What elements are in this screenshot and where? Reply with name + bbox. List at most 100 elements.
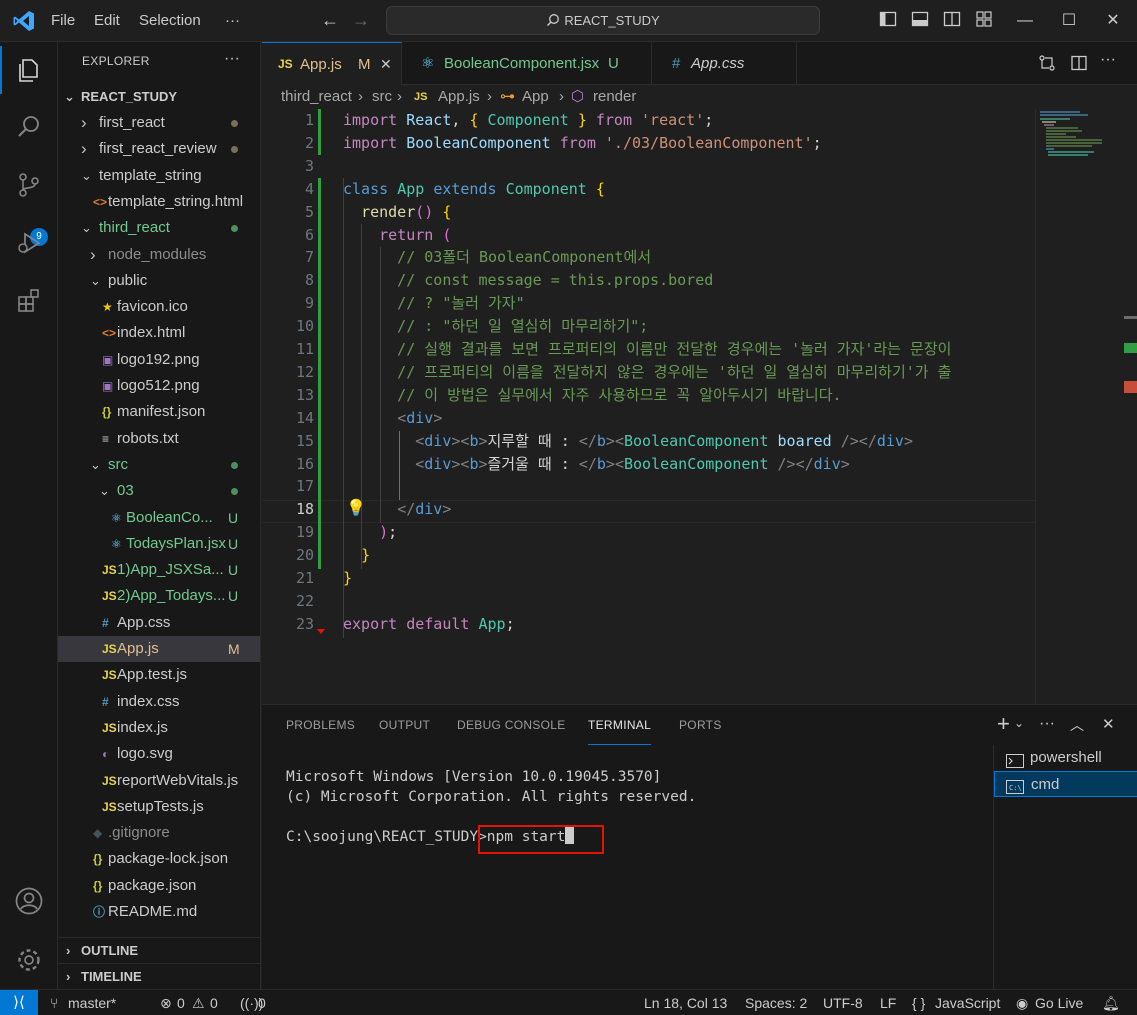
terminal-item-powershell[interactable]: powershell [994, 745, 1137, 771]
error-count[interactable]: 0 [177, 990, 185, 1015]
tree-file[interactable]: ≡ robots.txt [58, 426, 260, 452]
tree-file[interactable]: ▣ logo192.png [58, 347, 260, 373]
tree-folder[interactable]: ⌄ 03 [58, 478, 260, 504]
indentation[interactable]: Spaces: 2 [745, 990, 807, 1015]
language-mode[interactable]: JavaScript [935, 990, 1000, 1015]
menu-selection[interactable]: Selection [139, 0, 201, 42]
branch-name[interactable]: master* [68, 990, 116, 1015]
new-terminal-plus-icon[interactable]: + [997, 711, 1010, 737]
tree-folder[interactable]: ⌄ public [58, 268, 260, 294]
tree-file[interactable]: # App.css [58, 610, 260, 636]
tree-file[interactable]: JS App.js M [58, 636, 260, 662]
run-debug-icon[interactable] [0, 218, 58, 268]
breadcrumb-class[interactable]: App [522, 85, 549, 109]
tree-file[interactable]: <> template_string.html [58, 189, 260, 215]
tab-debug-console[interactable]: DEBUG CONSOLE [457, 705, 566, 745]
tree-file[interactable]: JS 2)App_Todays... U [58, 583, 260, 609]
svg-file-icon: ◐ [102, 747, 110, 762]
tree-label: first_react_review [99, 140, 217, 158]
tree-folder[interactable]: › first_react_review [58, 136, 260, 162]
menu-more[interactable]: ··· [225, 0, 240, 42]
tree-file[interactable]: ▣ logo512.png [58, 373, 260, 399]
tab-output[interactable]: OUTPUT [379, 705, 430, 745]
tree-file[interactable]: # index.css [58, 689, 260, 715]
cursor-position[interactable]: Ln 18, Col 13 [644, 990, 727, 1015]
source-control-icon[interactable] [0, 160, 58, 210]
menu-edit[interactable]: Edit [94, 0, 120, 42]
open-changes-icon[interactable] [1038, 54, 1056, 72]
back-arrow-icon[interactable]: ← [321, 10, 339, 31]
tree-file[interactable]: JS reportWebVitals.js [58, 768, 260, 794]
tree-file[interactable]: ★ favicon.ico [58, 294, 260, 320]
tab-terminal[interactable]: TERMINAL [588, 705, 652, 745]
warning-count[interactable]: 0 [210, 990, 218, 1015]
customize-layout-icon[interactable] [975, 10, 995, 30]
encoding[interactable]: UTF-8 [823, 990, 863, 1015]
outline-section[interactable]: › OUTLINE [58, 937, 260, 963]
tree-file[interactable]: ⚛ TodaysPlan.jsx U [58, 531, 260, 557]
terminal-item-cmd[interactable]: C:\ cmd [994, 771, 1137, 797]
maximize-panel-icon[interactable]: ︿ [1070, 715, 1084, 735]
tree-folder[interactable]: ⌄ template_string [58, 163, 260, 189]
close-panel-icon[interactable]: ✕ [1102, 715, 1115, 733]
tree-file[interactable]: <> index.html [58, 320, 260, 346]
workspace-root[interactable]: ⌄ REACT_STUDY [58, 84, 260, 110]
tree-file[interactable]: {} package-lock.json [58, 846, 260, 872]
tree-folder[interactable]: ⌄ src [58, 452, 260, 478]
tab-ports[interactable]: PORTS [679, 705, 722, 745]
toggle-secondary-sidebar-icon[interactable] [943, 10, 963, 30]
breadcrumb-folder[interactable]: src [372, 85, 392, 109]
minimize-button[interactable]: — [1003, 0, 1047, 42]
tree-folder[interactable]: ⌄ third_react [58, 215, 260, 241]
maximize-button[interactable]: ☐ [1047, 0, 1091, 42]
command-center-search[interactable]: REACT_STUDY [386, 6, 820, 35]
extensions-icon[interactable] [0, 276, 58, 326]
tree-file[interactable]: {} manifest.json [58, 399, 260, 425]
settings-gear-icon[interactable] [0, 935, 58, 985]
chevron-down-icon[interactable]: ⌄ [1014, 716, 1024, 730]
search-view-icon[interactable] [0, 102, 58, 152]
tab-problems[interactable]: PROBLEMS [286, 705, 355, 745]
tab-boolean-component[interactable]: ⚛ BooleanComponent.jsx U [402, 42, 652, 85]
menu-file[interactable]: File [51, 0, 75, 42]
explorer-icon[interactable] [0, 45, 58, 95]
line-ending[interactable]: LF [880, 990, 896, 1015]
tree-file[interactable]: JS index.js [58, 715, 260, 741]
chevron-right-icon: › [81, 139, 87, 159]
tree-file[interactable]: ⚛ BooleanCo... U [58, 505, 260, 531]
split-editor-icon[interactable] [1070, 54, 1088, 72]
close-icon[interactable]: ✕ [380, 43, 392, 86]
tree-file[interactable]: ⓘ README.md [58, 899, 260, 925]
tree-file[interactable]: {} package.json [58, 873, 260, 899]
tree-folder[interactable]: › node_modules [58, 242, 260, 268]
ports-count[interactable]: 0 [258, 990, 266, 1015]
explorer-more-icon[interactable]: ··· [224, 50, 240, 68]
code-line: return ( [379, 225, 452, 244]
tree-folder[interactable]: › first_react [58, 110, 260, 136]
more-actions-icon[interactable]: ··· [1039, 715, 1055, 733]
tree-file[interactable]: JS 1)App_JSXSa... U [58, 557, 260, 583]
forward-arrow-icon[interactable]: → [352, 10, 370, 31]
close-window-button[interactable]: ✕ [1091, 0, 1135, 42]
toggle-primary-sidebar-icon[interactable] [879, 10, 899, 30]
tree-file[interactable]: JS setupTests.js [58, 794, 260, 820]
accounts-icon[interactable] [0, 876, 58, 926]
tree-file[interactable]: ◐ logo.svg [58, 741, 260, 767]
timeline-section[interactable]: › TIMELINE [58, 963, 260, 989]
bottom-panel: PROBLEMS OUTPUT DEBUG CONSOLE TERMINAL P… [262, 704, 1137, 990]
minimap[interactable] [1035, 109, 1137, 704]
code-editor[interactable]: 💡 1 import React, { Component } from 'rea… [262, 109, 1035, 704]
toggle-panel-icon[interactable] [911, 10, 931, 30]
go-live-button[interactable]: Go Live [1035, 990, 1083, 1015]
notifications-bell-icon[interactable]: 🔔︎ [1102, 990, 1120, 1015]
tab-app-css[interactable]: # App.css [652, 42, 797, 85]
tab-app-js[interactable]: JS App.js M ✕ [262, 42, 402, 85]
more-actions-icon[interactable]: ··· [1100, 51, 1116, 69]
breadcrumb-method[interactable]: render [593, 85, 636, 109]
breadcrumb-folder[interactable]: third_react [281, 85, 352, 109]
breadcrumb-file[interactable]: App.js [438, 85, 480, 109]
js-file-icon: JS [102, 668, 117, 683]
tree-file[interactable]: JS App.test.js [58, 662, 260, 688]
tree-file[interactable]: ◆ .gitignore [58, 820, 260, 846]
remote-indicator-icon[interactable]: ⟩⟨ [0, 990, 38, 1015]
